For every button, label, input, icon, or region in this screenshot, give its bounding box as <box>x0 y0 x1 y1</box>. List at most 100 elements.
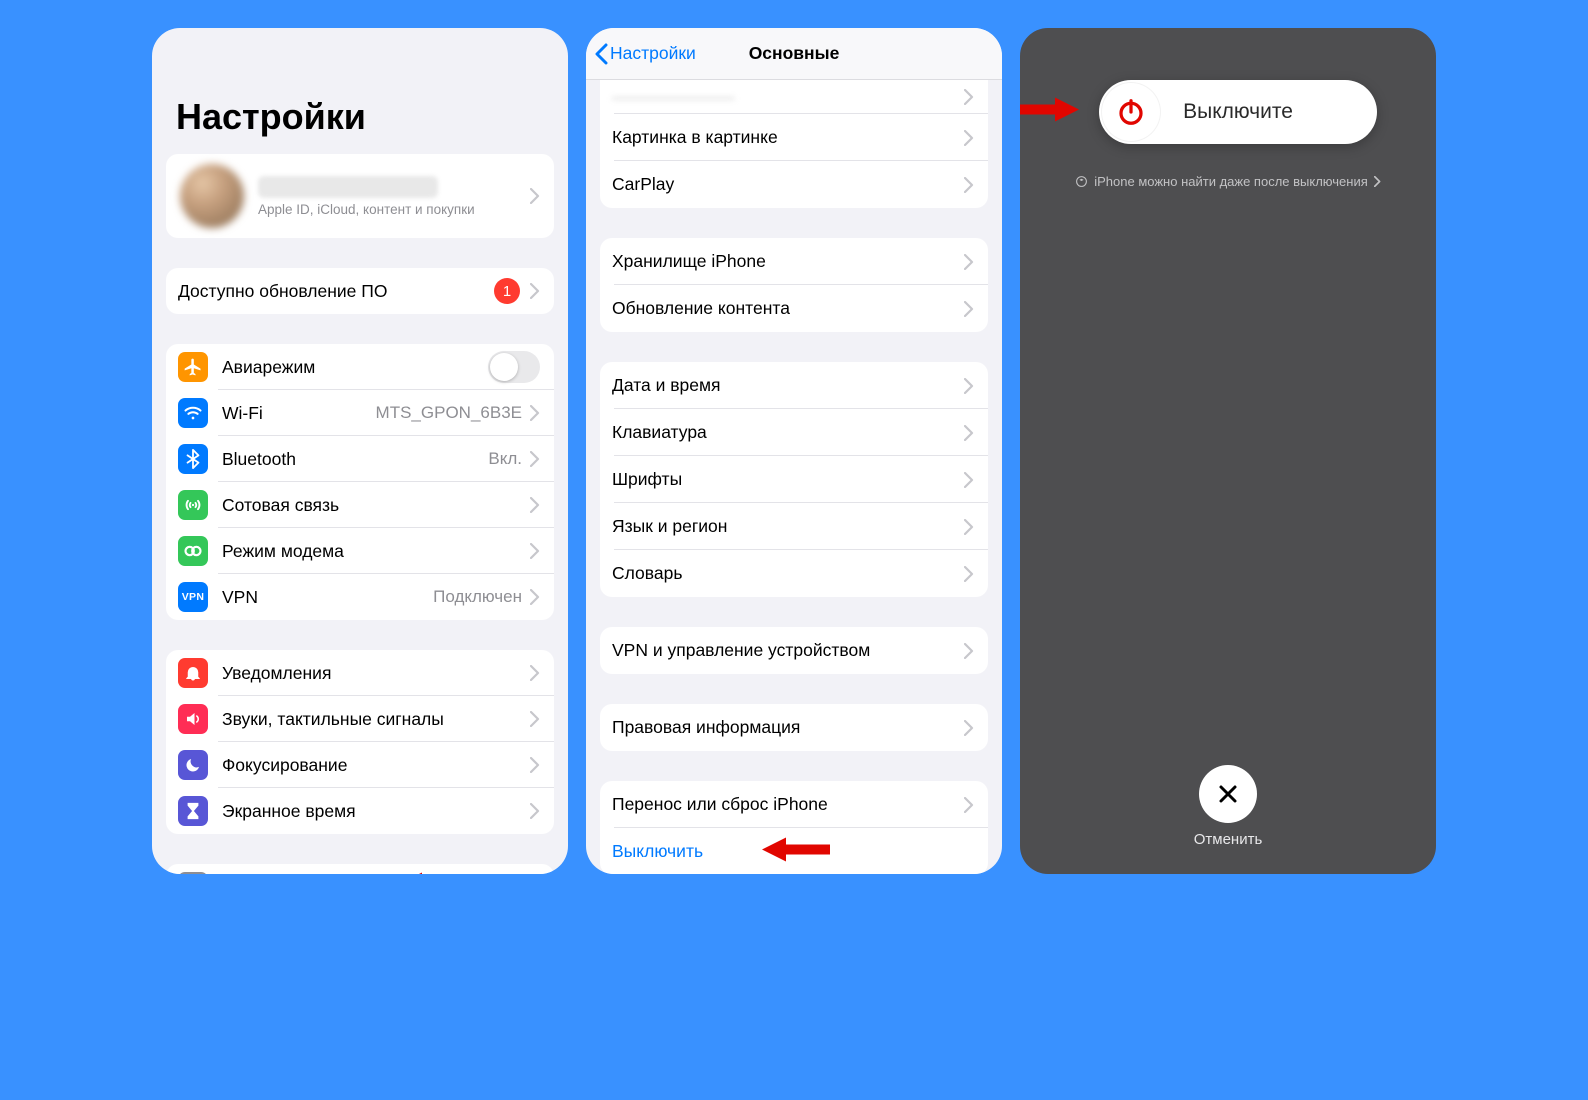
slide-to-power-off-container: Выключите <box>1079 80 1377 144</box>
bell-icon <box>178 658 208 688</box>
transfer-reset-row[interactable]: Перенос или сброс iPhone <box>600 781 988 828</box>
cancel-button[interactable] <box>1199 765 1257 823</box>
misc-group: Уведомления Звуки, тактильные сигналы Фо… <box>166 650 554 834</box>
apple-id-text-block: Apple ID, iCloud, контент и покупки <box>258 176 530 217</box>
row-label: Перенос или сброс iPhone <box>612 794 828 815</box>
chevron-right-icon <box>964 425 974 441</box>
find-iphone-text: iPhone можно найти даже после выключения <box>1094 174 1368 189</box>
apple-id-group: Apple ID, iCloud, контент и покупки <box>166 154 554 238</box>
chevron-right-icon <box>964 797 974 813</box>
row-label: Язык и регион <box>612 516 727 537</box>
software-update-row[interactable]: Доступно обновление ПО 1 <box>166 268 554 314</box>
screentime-row[interactable]: Экранное время <box>166 788 554 834</box>
annotation-arrow-icon <box>396 870 468 875</box>
row-label: Авиарежим <box>222 357 315 378</box>
row-label: Экранное время <box>222 801 356 822</box>
airplane-toggle[interactable] <box>488 351 540 383</box>
date-time-row[interactable]: Дата и время <box>600 362 988 409</box>
chevron-right-icon <box>964 643 974 659</box>
airplane-icon <box>178 352 208 382</box>
truncated-row[interactable]: ——————— <box>600 80 988 114</box>
row-label: Звуки, тактильные сигналы <box>222 709 444 730</box>
nav-header: Настройки Основные <box>586 28 1002 80</box>
s2-group-1: ——————— Картинка в картинке CarPlay <box>600 80 988 208</box>
power-off-screen: Выключите iPhone можно найти даже после … <box>1020 28 1436 874</box>
chevron-right-icon <box>964 566 974 582</box>
bluetooth-value: Вкл. <box>488 449 522 469</box>
row-label: Обновление контента <box>612 298 790 319</box>
row-label: Сотовая связь <box>222 495 339 516</box>
notifications-row[interactable]: Уведомления <box>166 650 554 696</box>
row-label: Шрифты <box>612 469 682 490</box>
keyboard-row[interactable]: Клавиатура <box>600 409 988 456</box>
storage-row[interactable]: Хранилище iPhone <box>600 238 988 285</box>
annotation-arrow-icon <box>760 834 832 869</box>
power-off-row[interactable]: Выключить <box>600 828 988 874</box>
chevron-right-icon <box>530 283 540 299</box>
chevron-right-icon <box>530 188 540 204</box>
chevron-right-icon <box>964 519 974 535</box>
chevron-right-icon <box>964 254 974 270</box>
language-region-row[interactable]: Язык и регион <box>600 503 988 550</box>
dictionary-row[interactable]: Словарь <box>600 550 988 597</box>
nav-title: Основные <box>749 43 840 64</box>
chevron-right-icon <box>964 720 974 736</box>
settings-root-screen: Настройки Apple ID, iCloud, контент и по… <box>152 28 568 874</box>
carplay-row[interactable]: CarPlay <box>600 161 988 208</box>
row-label: Хранилище iPhone <box>612 251 766 272</box>
focus-row[interactable]: Фокусирование <box>166 742 554 788</box>
apple-id-row[interactable]: Apple ID, iCloud, контент и покупки <box>166 154 554 238</box>
pip-row[interactable]: Картинка в картинке <box>600 114 988 161</box>
find-iphone-notice[interactable]: iPhone можно найти даже после выключения <box>1075 174 1381 189</box>
row-label: Картинка в картинке <box>612 127 778 148</box>
general-group: Основные <box>166 864 554 874</box>
s2-group-2: Хранилище iPhone Обновление контента <box>600 238 988 332</box>
airplane-mode-row[interactable]: Авиарежим <box>166 344 554 390</box>
update-badge: 1 <box>494 278 520 304</box>
general-settings-screen: Настройки Основные ——————— Картинка в ка… <box>586 28 1002 874</box>
back-label: Настройки <box>610 43 696 64</box>
wifi-row[interactable]: Wi-Fi MTS_GPON_6B3E <box>166 390 554 436</box>
chevron-right-icon <box>530 757 540 773</box>
s2-group-5: Правовая информация <box>600 704 988 751</box>
s2-group-3: Дата и время Клавиатура Шрифты Язык и ре… <box>600 362 988 597</box>
row-label: Правовая информация <box>612 717 800 738</box>
chevron-right-icon <box>530 497 540 513</box>
row-label: CarPlay <box>612 174 674 195</box>
chevron-right-icon <box>530 711 540 727</box>
s2-group-4: VPN и управление устройством <box>600 627 988 674</box>
back-button[interactable]: Настройки <box>594 28 696 79</box>
slide-to-power-off[interactable]: Выключите <box>1099 80 1377 144</box>
cellular-row[interactable]: Сотовая связь <box>166 482 554 528</box>
annotation-arrow-icon <box>1020 95 1081 130</box>
cancel-label: Отменить <box>1194 831 1263 848</box>
row-label: Уведомления <box>222 663 331 684</box>
background-refresh-row[interactable]: Обновление контента <box>600 285 988 332</box>
chevron-right-icon <box>964 130 974 146</box>
fonts-row[interactable]: Шрифты <box>600 456 988 503</box>
toggle-knob <box>490 353 518 381</box>
chevron-right-icon <box>530 451 540 467</box>
bluetooth-icon <box>178 444 208 474</box>
chevron-right-icon <box>964 89 974 105</box>
bluetooth-row[interactable]: Bluetooth Вкл. <box>166 436 554 482</box>
slide-label: Выключите <box>1099 100 1377 124</box>
page-title: Настройки <box>152 28 568 154</box>
speaker-icon <box>178 704 208 734</box>
row-label: VPN <box>222 587 258 608</box>
legal-row[interactable]: Правовая информация <box>600 704 988 751</box>
hotspot-icon <box>178 536 208 566</box>
vpn-value: Подключен <box>433 587 522 607</box>
cellular-icon <box>178 490 208 520</box>
s2-group-6: Перенос или сброс iPhone Выключить <box>600 781 988 874</box>
general-row[interactable]: Основные <box>166 864 554 874</box>
chevron-right-icon <box>530 803 540 819</box>
hotspot-row[interactable]: Режим модема <box>166 528 554 574</box>
sounds-row[interactable]: Звуки, тактильные сигналы <box>166 696 554 742</box>
gear-icon <box>178 872 208 874</box>
vpn-management-row[interactable]: VPN и управление устройством <box>600 627 988 674</box>
row-label: Выключить <box>612 841 703 862</box>
row-label: Словарь <box>612 563 682 584</box>
vpn-row[interactable]: VPN VPN Подключен <box>166 574 554 620</box>
chevron-right-icon <box>964 472 974 488</box>
